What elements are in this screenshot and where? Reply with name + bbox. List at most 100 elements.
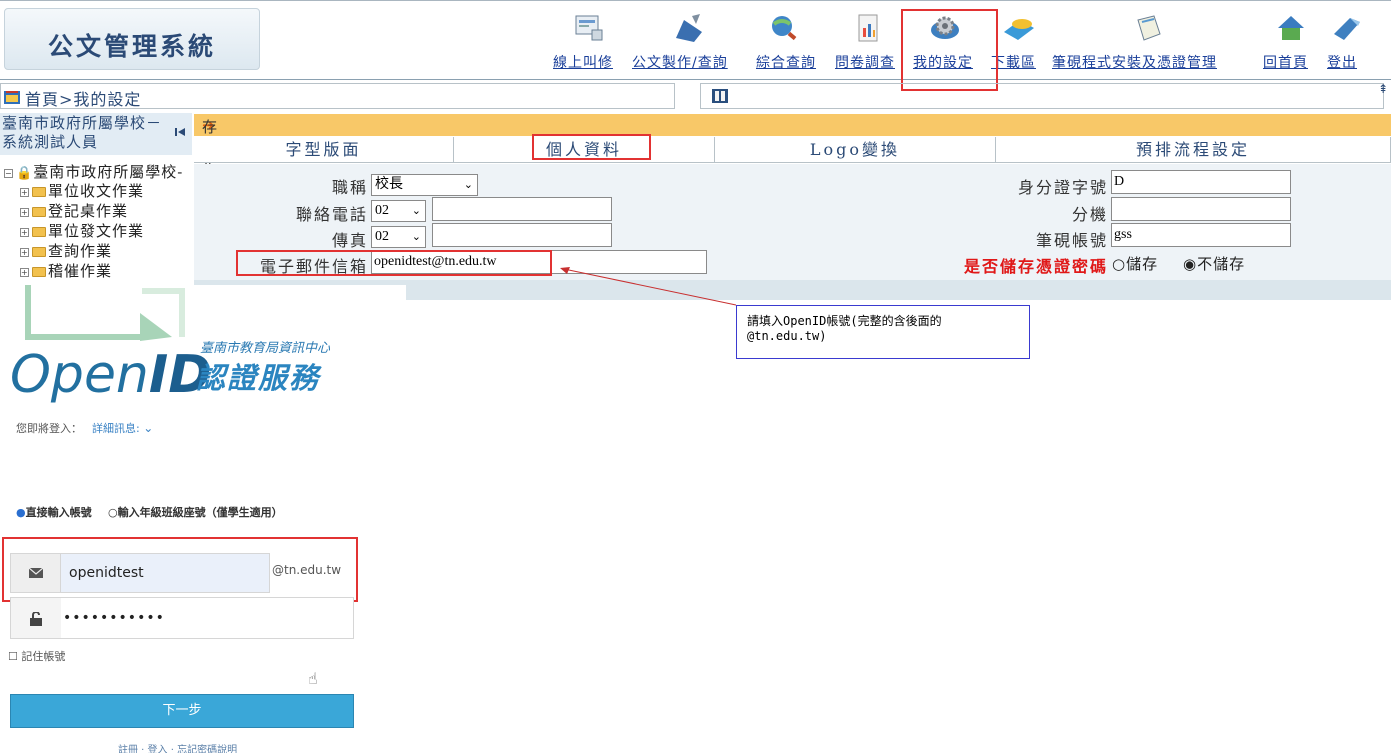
details-toggle[interactable]: 詳細訊息: ⌄: [92, 420, 153, 436]
openid-brand: OpenID: [10, 345, 211, 405]
username-value: openidtest: [69, 565, 144, 581]
title-label: 職稱: [331, 178, 368, 197]
email-label: 電子郵件信箱: [259, 257, 368, 276]
nav-install-cert[interactable]: 筆硯程式安裝及憑證管理: [1052, 52, 1217, 72]
sidebar-heading: 臺南市政府所屬學校－系統測試人員: [2, 114, 163, 151]
app-logo: 公文管理系統: [4, 8, 260, 70]
sidebar-item-reminder[interactable]: + 稽催作業: [20, 260, 112, 281]
unlock-icon: [30, 612, 42, 626]
expand-node-icon[interactable]: +: [20, 207, 29, 217]
footer-links[interactable]: 註冊 · 登入 · 忘記密碼說明: [118, 741, 237, 753]
mode-direct-radio[interactable]: ●直接輸入帳號: [16, 504, 92, 520]
nav-doc-create-query[interactable]: 公文製作/查詢: [632, 52, 728, 72]
fax-label: 傳真: [331, 231, 368, 250]
folder-icon: [32, 187, 46, 197]
status-bar: ➜ 存檔作業完成: [194, 114, 1391, 241]
book-open-icon[interactable]: [711, 88, 729, 104]
top-rule: [0, 0, 1391, 6]
expand-node-icon[interactable]: +: [20, 247, 29, 257]
openid-service: 認證服務: [196, 361, 321, 395]
sidebar: 臺南市政府所屬學校－系統測試人員 − 🔒臺南市政府所屬學校- + 單位收文作業 + 登…: [0, 113, 192, 285]
sidebar-item-label: 單位發文作業: [48, 222, 145, 240]
password-field[interactable]: •••••••••••: [10, 597, 354, 639]
envelope-icon-cell: [11, 554, 61, 592]
tab-personal-info[interactable]: 個人資料: [454, 137, 715, 163]
title-select-value: 校長: [375, 177, 403, 192]
phone-area-select[interactable]: 02 ⌄: [371, 200, 426, 222]
sidebar-item-outgoing[interactable]: + 單位發文作業: [20, 220, 144, 241]
logout-icon: [1334, 18, 1360, 40]
password-value: •••••••••••: [63, 610, 165, 626]
cd-icon: [1004, 19, 1034, 40]
monitor-icon: [575, 15, 603, 41]
fax-area-value: 02: [375, 229, 389, 244]
calendar-icon: [4, 91, 20, 104]
chart-doc-icon: [858, 14, 878, 42]
expand-node-icon[interactable]: +: [20, 187, 29, 197]
domain-suffix: @tn.edu.tw: [272, 563, 342, 577]
openid-brand-word: Open: [10, 345, 149, 405]
phone-input[interactable]: [432, 197, 612, 221]
sidebar-item-query[interactable]: + 查詢作業: [20, 240, 112, 261]
account-label: 筆硯帳號: [1035, 231, 1108, 250]
sidebar-item-label: 查詢作業: [48, 242, 113, 260]
sidebar-item-label: 登記桌作業: [48, 202, 129, 220]
username-field[interactable]: openidtest: [10, 553, 270, 593]
sidebar-item-registry[interactable]: + 登記桌作業: [20, 200, 128, 221]
sidebar-header: 臺南市政府所屬學校－系統測試人員: [0, 113, 192, 155]
collapse-node-icon[interactable]: −: [4, 168, 13, 178]
nav-downloads[interactable]: 下載區: [991, 52, 1036, 72]
fax-area-select[interactable]: 02 ⌄: [371, 226, 426, 248]
fax-input[interactable]: [432, 223, 612, 247]
folder-icon: [32, 267, 46, 277]
tab-preset-flow[interactable]: 預排流程設定: [996, 137, 1391, 163]
tree-root-label: 臺南市政府所屬學校-: [33, 163, 184, 181]
nav-survey[interactable]: 問卷調查: [835, 52, 895, 72]
chevron-down-icon: ⌄: [463, 178, 473, 191]
toolbar-bar: [700, 83, 1384, 109]
sidebar-item-label: 單位收文作業: [48, 182, 145, 200]
tab-font-layout[interactable]: 字型版面: [194, 137, 454, 163]
breadcrumb-text: 首頁>我的設定: [25, 90, 142, 109]
hand-cursor-icon: ☝: [308, 669, 318, 688]
openid-org: 臺南市教育局資訊中心: [200, 341, 331, 356]
phone-label: 聯絡電話: [295, 205, 368, 224]
nosave-radio[interactable]: ◉不儲存: [1183, 253, 1245, 274]
tree-root[interactable]: − 🔒臺南市政府所屬學校-: [4, 161, 183, 182]
mode-grade-radio[interactable]: ○輸入年級班級座號（僅學生適用）: [108, 504, 283, 520]
save-radio-label: 儲存: [1126, 255, 1159, 273]
expand-node-icon[interactable]: +: [20, 267, 29, 277]
extension-input[interactable]: [1111, 197, 1291, 221]
folder-icon: [32, 207, 46, 217]
nav-online-repair[interactable]: 線上叫修: [553, 52, 613, 72]
chevron-down-icon: ⌄: [411, 230, 421, 243]
chevron-down-icon: ⌄: [411, 204, 421, 217]
nav-logout[interactable]: 登出: [1327, 52, 1357, 72]
about-to-login: 您即將登入：: [16, 422, 82, 435]
pen-icon: [676, 14, 702, 42]
nav-combined-query[interactable]: 綜合查詢: [756, 52, 816, 72]
id-number-label: 身分證字號: [1017, 178, 1108, 197]
nav-home[interactable]: 回首頁: [1263, 52, 1308, 72]
extension-label: 分機: [1071, 205, 1108, 224]
tab-logo[interactable]: Logo變換: [715, 137, 996, 163]
breadcrumb: 首頁>我的設定: [0, 83, 675, 109]
nav-my-settings[interactable]: 我的設定: [913, 52, 973, 72]
collapse-sidebar-icon[interactable]: [174, 126, 186, 138]
book-icon: [1137, 15, 1161, 41]
next-button[interactable]: 下一步: [10, 694, 354, 728]
remember-label: 記住帳號: [21, 650, 66, 663]
folder-icon: [32, 227, 46, 237]
gear-icon: [931, 16, 959, 39]
chevron-down-icon: ⌄: [143, 421, 154, 435]
sidebar-item-incoming[interactable]: + 單位收文作業: [20, 180, 144, 201]
mode-grade-label: 輸入年級班級座號（僅學生適用）: [117, 506, 283, 519]
save-radio[interactable]: ○儲存: [1112, 253, 1158, 274]
id-number-input[interactable]: D: [1111, 170, 1291, 194]
account-input[interactable]: gss: [1111, 223, 1291, 247]
expand-node-icon[interactable]: +: [20, 227, 29, 237]
remember-checkbox[interactable]: ☐ 記住帳號: [8, 648, 65, 664]
title-select[interactable]: 校長 ⌄: [371, 174, 478, 196]
collapse-top-icon[interactable]: ⇞: [1378, 82, 1388, 96]
app-title: 公文管理系統: [47, 32, 216, 61]
